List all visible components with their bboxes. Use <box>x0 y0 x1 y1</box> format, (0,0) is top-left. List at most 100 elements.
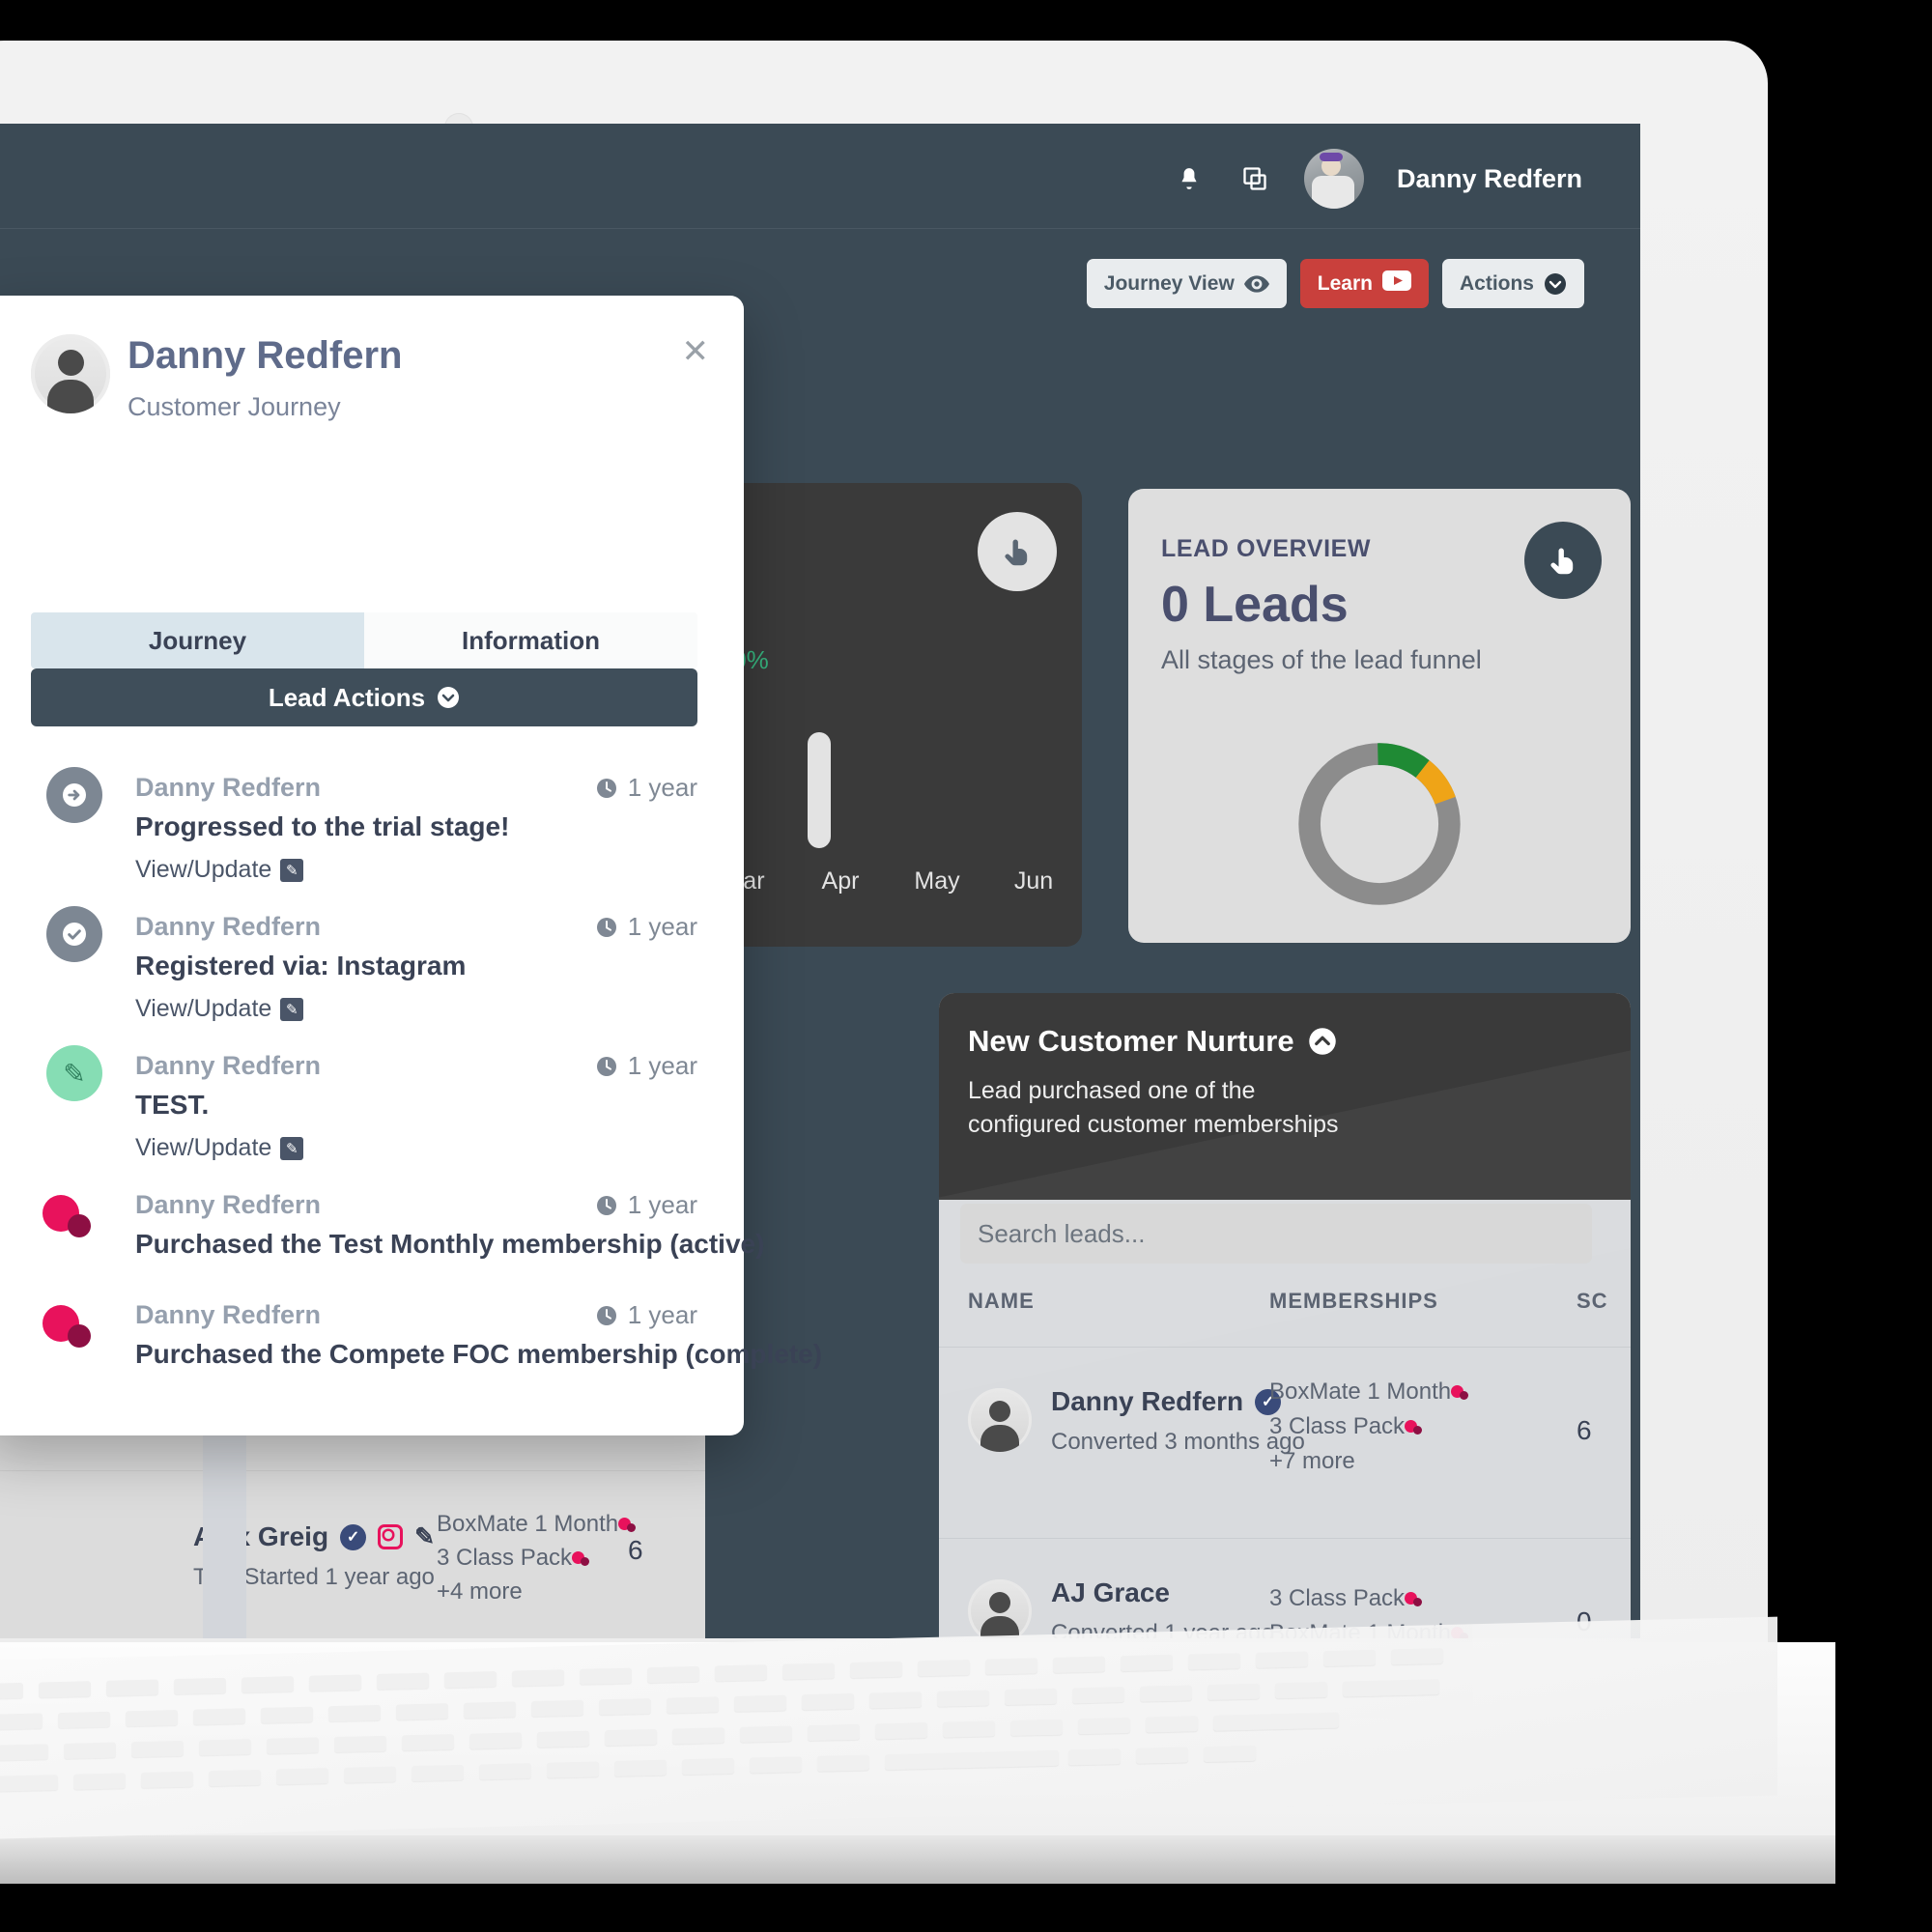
lead-actions-label: Lead Actions <box>268 682 426 712</box>
chevron-circle-up-icon[interactable] <box>1308 1027 1337 1056</box>
search-leads-input[interactable]: Search leads... <box>960 1204 1592 1264</box>
column-header-scores: SC <box>1577 1289 1608 1313</box>
avatar <box>968 1388 1032 1452</box>
laptop-base-shadow <box>0 1840 1835 1884</box>
timeline-author: Danny Redfern <box>135 1051 322 1080</box>
pencil-square-icon: ✎ <box>280 858 304 882</box>
lead-funnel-donut-chart <box>1298 743 1461 905</box>
lead-overview-kicker: LEAD OVERVIEW <box>1161 535 1372 562</box>
lead-name-text: AJ Grace <box>1051 1577 1170 1607</box>
avatar <box>31 334 110 413</box>
journey-view-label: Journey View <box>1103 271 1235 295</box>
pencil-icon: ✎ <box>46 1045 102 1101</box>
lead-memberships: BoxMate 1 Month 3 Class Pack +7 more <box>1269 1375 1469 1479</box>
pointing-hand-icon[interactable] <box>978 512 1057 591</box>
month-tick: May <box>914 867 960 895</box>
lead-overview-card: LEAD OVERVIEW 0 Leads All stages of the … <box>1128 489 1631 943</box>
verified-icon: ✓ <box>340 1523 367 1550</box>
pencil-icon: ✎ <box>414 1523 436 1550</box>
nurture-panel-title: New Customer Nurture <box>968 1024 1337 1059</box>
pointing-hand-icon[interactable] <box>1524 522 1602 599</box>
view-update-link[interactable]: View/Update ✎ <box>135 856 304 884</box>
actions-label: Actions <box>1459 271 1534 295</box>
timeline-time: 1 year <box>595 912 697 942</box>
tab-information[interactable]: Information <box>364 612 697 668</box>
membership-item: 3 Class Pack <box>1269 1413 1406 1439</box>
lead-actions-button[interactable]: Lead Actions <box>31 668 697 726</box>
topnav-right-cluster: Danny Redfern <box>1173 149 1582 209</box>
timeline-time-text: 1 year <box>627 1051 697 1080</box>
lead-overview-subtitle: All stages of the lead funnel <box>1161 645 1482 674</box>
membership-dots-icon <box>41 1188 97 1244</box>
top-navigation-bar: Danny Redfern <box>0 124 1640 228</box>
lead-name: Danny Redfern ✓ <box>1051 1386 1282 1417</box>
nurture-table-header: NAME MEMBERSHIPS SC <box>939 1289 1631 1347</box>
actions-button[interactable]: Actions <box>1441 259 1584 308</box>
timeline-body: TEST. <box>135 1090 210 1120</box>
journey-view-button[interactable]: Journey View <box>1086 259 1287 308</box>
customer-journey-modal: Danny Redfern Customer Journey ✕ Journey… <box>0 296 822 1435</box>
instagram-icon <box>378 1524 403 1549</box>
lead-name: AJ Grace <box>1051 1577 1170 1608</box>
pencil-square-icon: ✎ <box>280 997 304 1021</box>
membership-dots-icon <box>41 1298 97 1354</box>
timeline-body: Purchased the Test Monthly membership (a… <box>135 1229 765 1259</box>
row-memberships: BoxMate 1 Month 3 Class Pack +4 more <box>437 1508 637 1608</box>
timeline-time: 1 year <box>595 773 697 803</box>
timeline-body: Registered via: Instagram <box>135 951 467 980</box>
lead-overview-count: 0 Leads <box>1161 577 1349 633</box>
timeline-author: Danny Redfern <box>135 912 322 941</box>
lead-score: 6 <box>1577 1415 1592 1445</box>
row-score: 6 <box>628 1535 643 1565</box>
bell-icon[interactable] <box>1173 162 1206 195</box>
nurture-panel-description: Lead purchased one of the configured cus… <box>968 1077 1339 1138</box>
column-header-name: NAME <box>968 1289 1035 1313</box>
membership-item: BoxMate 1 Month <box>1269 1378 1452 1405</box>
clock-icon <box>596 1056 616 1076</box>
check-circle-icon <box>46 906 102 962</box>
view-update-label: View/Update <box>135 995 272 1022</box>
month-tick: Apr <box>821 867 860 895</box>
timeline-author: Danny Redfern <box>135 1300 322 1329</box>
membership-dot-icon <box>1405 1592 1423 1607</box>
page-title: Danny Redfern <box>128 334 403 377</box>
pencil-square-icon: ✎ <box>280 1136 304 1160</box>
view-update-link[interactable]: View/Update ✎ <box>135 995 304 1023</box>
membership-dot-icon <box>1451 1385 1469 1401</box>
screenshot-root: Danny Redfern Journey View Learn Actions <box>0 0 1932 1932</box>
copy-windows-icon[interactable] <box>1238 162 1271 195</box>
timeline-time: 1 year <box>595 1051 697 1081</box>
topnav-user-name: Danny Redfern <box>1396 163 1582 193</box>
chart-bar <box>808 732 831 848</box>
timeline-time-text: 1 year <box>627 1190 697 1219</box>
modal-subtitle: Customer Journey <box>128 392 341 421</box>
chart-month-axis: Mar Apr May Jun <box>696 867 1082 895</box>
membership-item: 3 Class Pack <box>437 1544 573 1571</box>
timeline-time-text: 1 year <box>627 773 697 802</box>
avatar[interactable] <box>1303 149 1364 209</box>
learn-button[interactable]: Learn <box>1299 259 1429 308</box>
close-icon[interactable]: ✕ <box>682 332 710 371</box>
tab-journey[interactable]: Journey <box>31 612 364 668</box>
nurture-title-text: New Customer Nurture <box>968 1024 1294 1058</box>
chevron-circle-down-icon <box>1545 272 1566 295</box>
timeline-time-text: 1 year <box>627 1300 697 1329</box>
avatar <box>968 1579 1032 1638</box>
lead-name-text: Danny Redfern <box>1051 1386 1244 1416</box>
view-update-label: View/Update <box>135 1134 272 1161</box>
membership-item: 3 Class Pack <box>1269 1585 1406 1611</box>
membership-more: +7 more <box>1269 1448 1355 1474</box>
youtube-icon <box>1381 270 1411 297</box>
membership-more: +4 more <box>437 1577 523 1605</box>
membership-dot-icon <box>618 1518 637 1533</box>
view-update-label: View/Update <box>135 856 272 883</box>
conversion-stat-card: s ull membership ↑ 50% Mar Apr May Jun <box>696 483 1082 947</box>
clock-icon <box>596 1195 616 1215</box>
list-item[interactable]: Danny Redfern ✓ Converted 3 months ago B… <box>939 1347 1631 1539</box>
timeline-body: Purchased the Compete FOC membership (co… <box>135 1339 823 1369</box>
timeline-time-text: 1 year <box>627 912 697 941</box>
new-customer-nurture-panel: New Customer Nurture Lead purchased one … <box>939 993 1631 1638</box>
timeline-author: Danny Redfern <box>135 1190 322 1219</box>
clock-icon <box>596 917 616 937</box>
view-update-link[interactable]: View/Update ✎ <box>135 1134 304 1162</box>
